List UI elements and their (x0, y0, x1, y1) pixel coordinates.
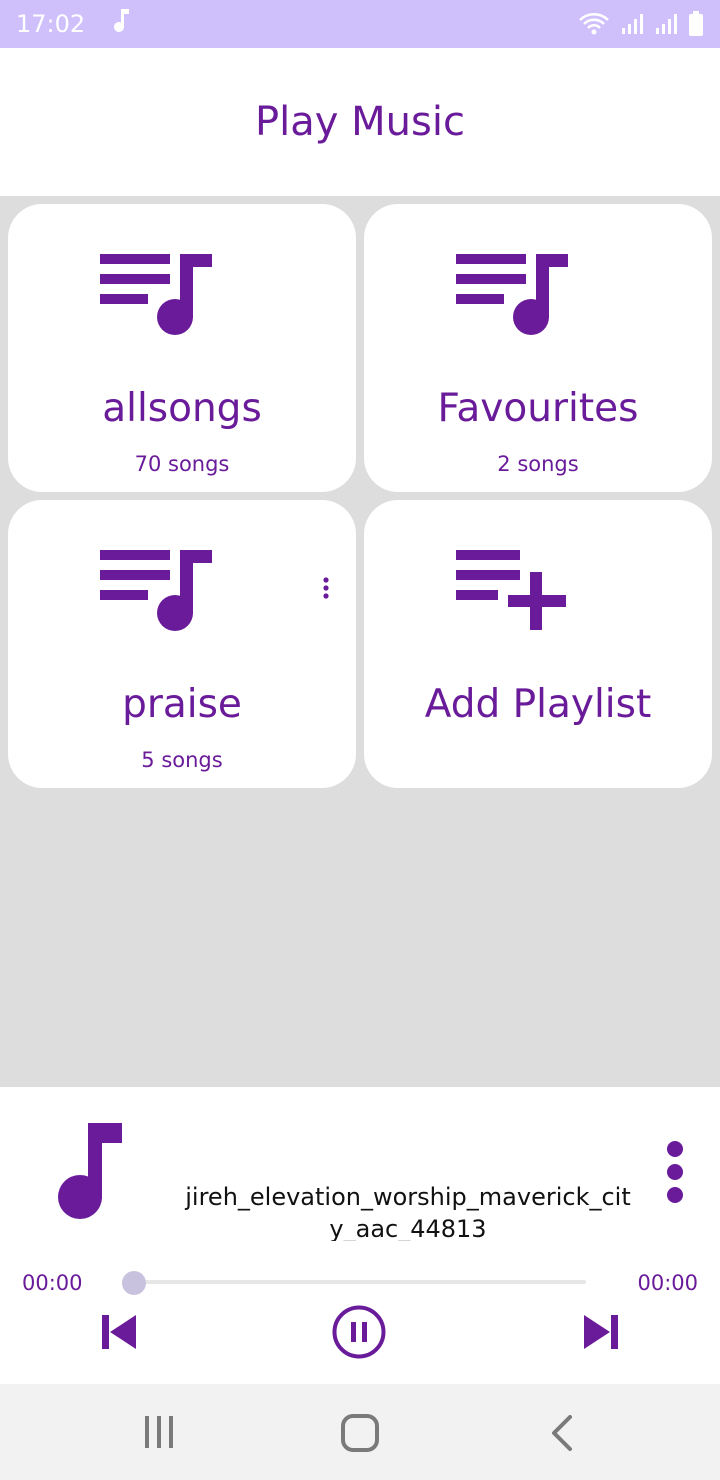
home-icon[interactable] (340, 1414, 380, 1457)
previous-button[interactable] (100, 1315, 138, 1354)
playlist-add-icon (454, 548, 568, 637)
signal-icon (654, 12, 678, 36)
playlist-title: praise (122, 682, 242, 727)
track-title: jireh_elevation_worship_maverick_city_aa… (185, 1183, 631, 1241)
back-icon[interactable] (548, 1414, 576, 1457)
seek-thumb[interactable] (122, 1271, 146, 1295)
playlist-title: allsongs (102, 386, 262, 431)
status-icons (578, 11, 704, 37)
signal-icon (620, 12, 644, 36)
status-bar: 17:02 (0, 0, 720, 48)
playlist-music-icon (98, 548, 212, 637)
playlist-song-count: 70 songs (134, 452, 230, 476)
next-button[interactable] (582, 1315, 620, 1354)
more-options-icon[interactable] (664, 1141, 686, 1208)
playlist-music-icon (454, 252, 568, 341)
playlist-music-icon (98, 252, 212, 341)
playlist-song-count: 5 songs (141, 748, 223, 772)
system-nav-bar (0, 1384, 720, 1480)
playlist-title: Favourites (437, 386, 639, 431)
now-playing-bar: jireh_elevation_worship_maverick_city_aa… (0, 1087, 720, 1384)
battery-icon (688, 11, 704, 37)
duration-time: 00:00 (637, 1271, 698, 1295)
music-note-icon (56, 1123, 122, 1224)
add-playlist-card[interactable]: Add Playlist (364, 500, 712, 788)
status-time: 17:02 (16, 10, 86, 38)
page-title: Play Music (255, 99, 465, 145)
more-options-icon[interactable] (320, 576, 332, 600)
seek-bar[interactable] (134, 1280, 586, 1284)
playlist-title: Add Playlist (424, 682, 652, 727)
playlist-card-favourites[interactable]: Favourites 2 songs (364, 204, 712, 492)
playlist-grid: allsongs 70 songs Favourites 2 songs pra… (0, 196, 720, 1087)
music-note-icon (113, 8, 131, 40)
pause-button[interactable] (331, 1304, 387, 1365)
wifi-icon (578, 12, 610, 36)
elapsed-time: 00:00 (22, 1271, 83, 1295)
playlist-card-allsongs[interactable]: allsongs 70 songs (8, 204, 356, 492)
playlist-song-count: 2 songs (497, 452, 579, 476)
playlist-card-praise[interactable]: praise 5 songs (8, 500, 356, 788)
recents-icon[interactable] (142, 1414, 176, 1455)
app-header: Play Music (0, 48, 720, 196)
